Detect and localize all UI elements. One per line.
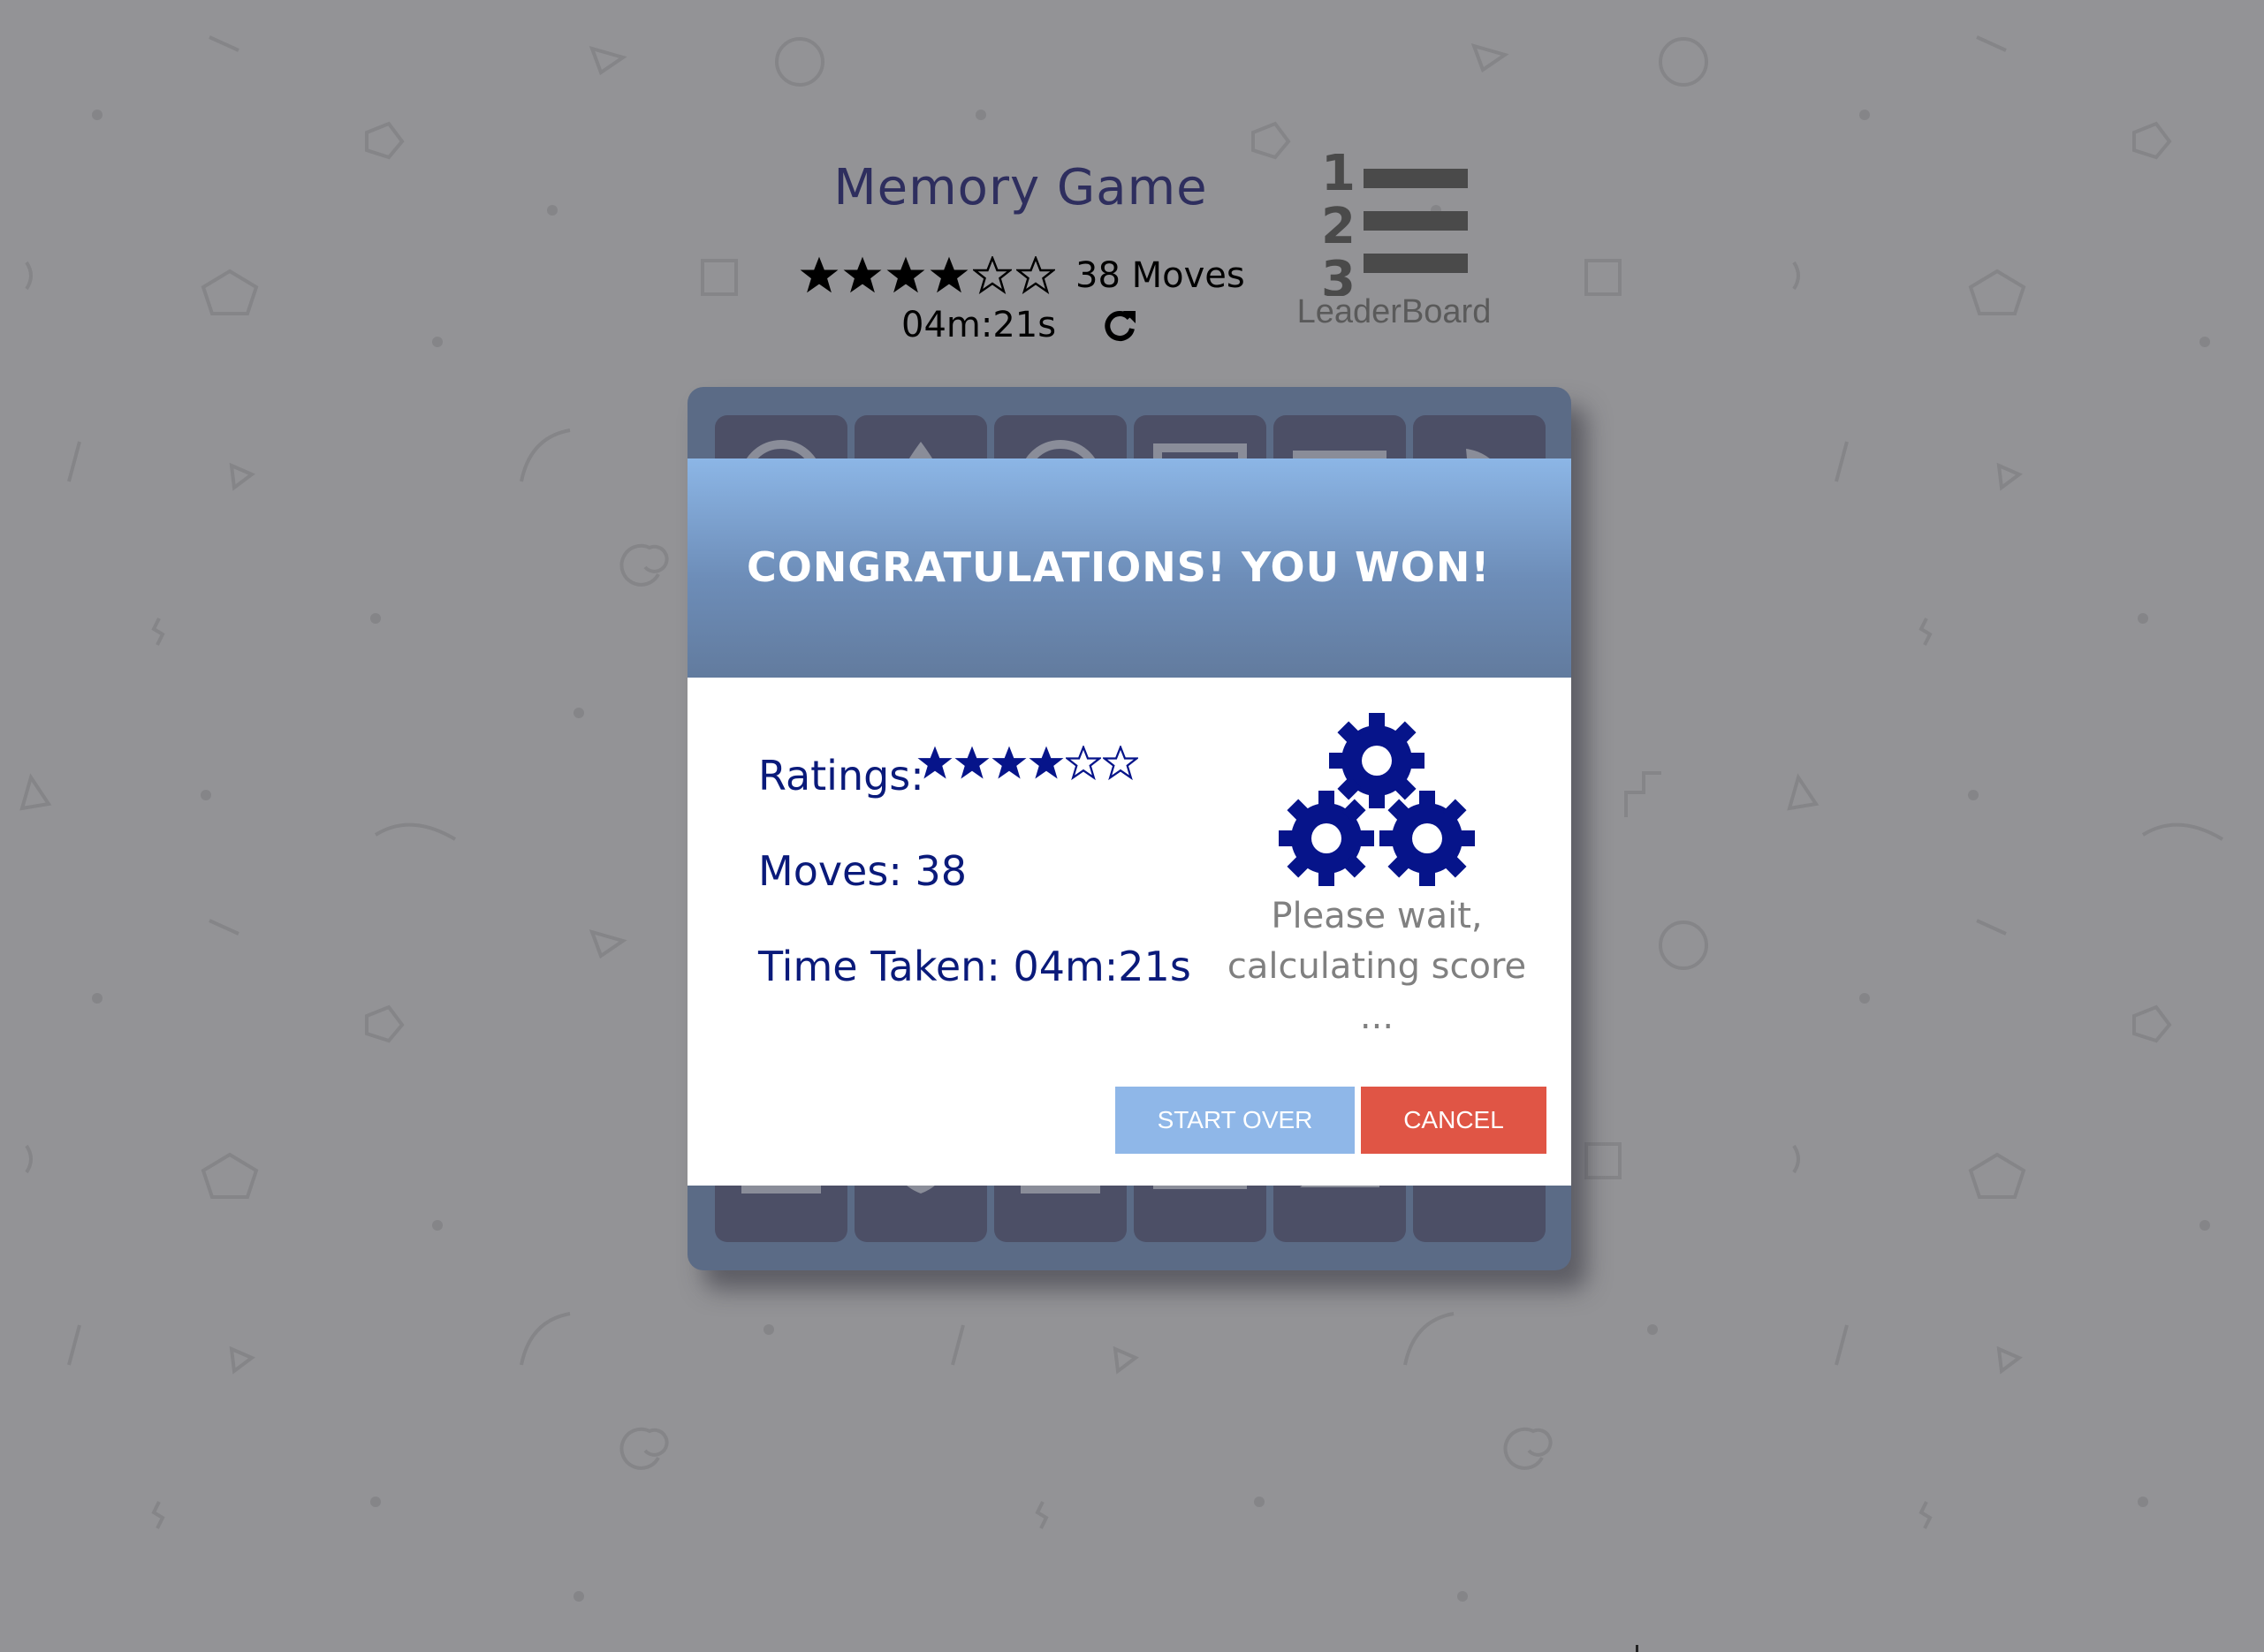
moves-counter: 38 Moves — [1075, 255, 1245, 296]
star-filled-icon — [886, 256, 925, 293]
moves-stat: Moves: 38 — [758, 847, 967, 895]
dialog-title: CONGRATULATIONS! YOU WON! — [747, 543, 1491, 591]
loading-message: Please wait, calculating score ... — [1200, 891, 1554, 1042]
star-filled-icon — [1029, 746, 1064, 779]
svg-text:2: 2 — [1321, 198, 1356, 255]
time-stat: Time Taken: 04m:21s — [758, 943, 1191, 990]
cursor-mark — [1636, 1645, 1638, 1652]
leaderboard-icon[interactable]: 1 2 3 — [1321, 146, 1471, 296]
dialog-header: CONGRATULATIONS! YOU WON! — [688, 458, 1571, 678]
svg-text:1: 1 — [1321, 146, 1356, 202]
ratings-label: Ratings: — [758, 752, 924, 799]
star-empty-icon — [973, 256, 1012, 295]
loading-line-2: calculating score — [1227, 946, 1527, 987]
restart-icon[interactable] — [1100, 306, 1139, 345]
star-filled-icon — [843, 256, 882, 293]
star-empty-icon — [1016, 256, 1055, 295]
star-filled-icon — [917, 746, 953, 779]
star-filled-icon — [800, 256, 839, 293]
loading-line-3: ... — [1359, 997, 1394, 1037]
score-panel: 38 Moves — [800, 254, 1245, 298]
win-dialog: CONGRATULATIONS! YOU WON! Ratings: Moves… — [688, 458, 1571, 1186]
star-empty-icon — [1066, 746, 1101, 781]
leaderboard-link[interactable]: LeaderBoard — [1290, 293, 1498, 331]
star-rating — [800, 256, 1060, 295]
star-filled-icon — [991, 746, 1027, 779]
modal-star-rating — [917, 746, 1140, 781]
start-over-button[interactable]: START OVER — [1115, 1087, 1355, 1154]
star-filled-icon — [930, 256, 969, 293]
gears-icon — [1279, 713, 1475, 886]
star-filled-icon — [954, 746, 990, 779]
svg-text:3: 3 — [1321, 251, 1356, 296]
loading-line-1: Please wait, — [1271, 896, 1483, 936]
star-empty-icon — [1103, 746, 1138, 781]
page-title: Memory Game — [833, 159, 1208, 216]
timer: 04m:21s — [901, 305, 1057, 345]
cancel-button[interactable]: CANCEL — [1361, 1087, 1546, 1154]
